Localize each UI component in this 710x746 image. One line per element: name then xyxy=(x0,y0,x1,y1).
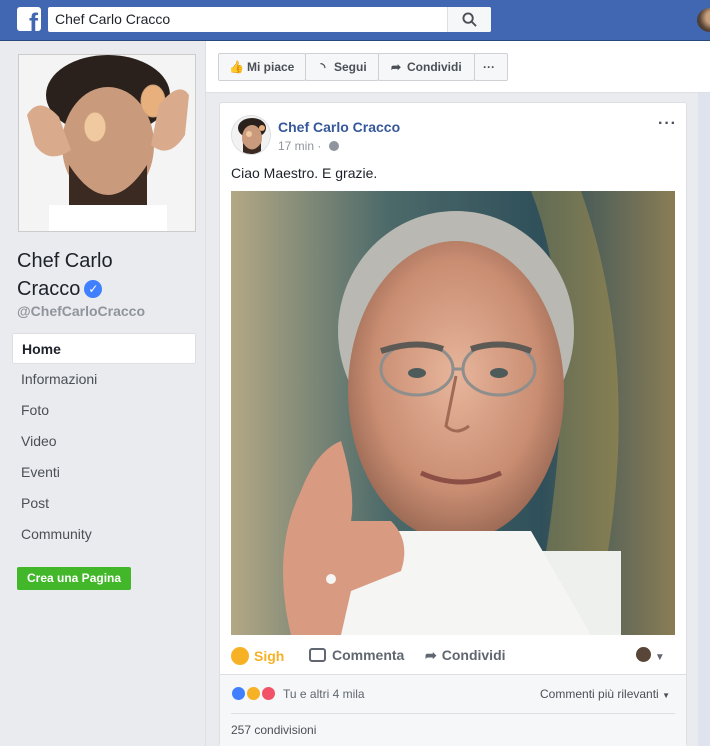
divider xyxy=(231,713,675,714)
right-column-edge xyxy=(698,93,710,746)
page-title[interactable]: Chef Carlo Cracco ✓ xyxy=(17,247,197,303)
share-arrow-icon: ➦ xyxy=(425,647,437,663)
post-text: Ciao Maestro. E grazie. xyxy=(231,165,378,181)
comment-label: Commenta xyxy=(332,647,405,663)
share-post-button[interactable]: ➦ Condividi xyxy=(425,647,506,664)
more-actions-button[interactable]: ··· xyxy=(474,53,508,81)
post-card: Chef Carlo Cracco 17 min · ··· Ciao Maes… xyxy=(219,102,687,746)
nav-item-foto[interactable]: Foto xyxy=(12,395,196,426)
post-author-avatar[interactable] xyxy=(231,115,271,155)
post-as-selector[interactable]: ▼ xyxy=(636,647,665,663)
react-button[interactable]: Sigh xyxy=(231,647,284,665)
page-handle[interactable]: @ChefCarloCracco xyxy=(17,303,145,319)
share-post-label: Condividi xyxy=(441,647,506,663)
facebook-logo-icon[interactable]: f xyxy=(17,7,41,31)
sad-face-icon xyxy=(231,647,249,665)
page-action-bar: 👍 Mi piace ◝ Segui ➦ Condividi ··· xyxy=(206,41,710,93)
page-sidebar: Chef Carlo Cracco ✓ @ChefCarloCracco Home… xyxy=(0,41,206,746)
sad-reaction-icon xyxy=(246,686,261,701)
page-avatar-icon xyxy=(636,647,651,662)
reactions-summary[interactable]: Tu e altri 4 mila xyxy=(283,687,365,701)
share-page-label: Condividi xyxy=(407,60,462,74)
verified-badge-icon: ✓ xyxy=(84,280,103,298)
page-nav: Home Informazioni Foto Video Eventi Post… xyxy=(12,333,196,550)
love-reaction-icon xyxy=(261,686,276,701)
profile-photo-illustration xyxy=(19,55,195,231)
search-icon xyxy=(462,12,477,27)
page-title-line2: Cracco xyxy=(17,278,81,300)
chevron-down-icon: ▼ xyxy=(662,691,670,700)
follow-button[interactable]: ◝ Segui xyxy=(305,53,379,81)
search-button[interactable] xyxy=(447,7,491,32)
post-photo[interactable] xyxy=(231,191,675,635)
user-avatar[interactable] xyxy=(697,8,710,32)
nav-item-video[interactable]: Video xyxy=(12,426,196,457)
like-reaction-icon xyxy=(231,686,246,701)
search-input[interactable]: Chef Carlo Cracco xyxy=(48,7,491,32)
rss-icon: ◝ xyxy=(320,60,326,74)
nav-item-eventi[interactable]: Eventi xyxy=(12,457,196,488)
thumbs-up-icon: 👍 xyxy=(229,60,244,74)
share-page-button[interactable]: ➦ Condividi xyxy=(378,53,475,81)
follow-label: Segui xyxy=(334,60,367,74)
portrait-photo-illustration xyxy=(231,191,675,635)
profile-picture[interactable] xyxy=(18,54,196,232)
post-options-button[interactable]: ··· xyxy=(658,115,677,133)
react-label: Sigh xyxy=(254,648,285,664)
comment-button[interactable]: Commenta xyxy=(309,647,404,663)
search-value[interactable]: Chef Carlo Cracco xyxy=(55,11,170,27)
nav-item-informazioni[interactable]: Informazioni xyxy=(12,364,196,395)
share-arrow-icon: ➦ xyxy=(390,60,402,74)
top-navbar: f Chef Carlo Cracco xyxy=(0,0,710,41)
comment-icon xyxy=(309,648,326,662)
post-author-name[interactable]: Chef Carlo Cracco xyxy=(278,119,400,135)
author-avatar-illustration xyxy=(232,116,270,154)
like-page-label: Mi piace xyxy=(247,60,295,74)
chevron-down-icon: ▼ xyxy=(654,652,665,663)
post-timestamp[interactable]: 17 min · xyxy=(278,139,339,153)
nav-item-home[interactable]: Home xyxy=(12,333,196,364)
like-page-button[interactable]: 👍 Mi piace xyxy=(218,53,306,81)
post-stats: Tu e altri 4 mila Commenti più rilevanti… xyxy=(220,675,686,746)
post-time: 17 min xyxy=(278,139,315,153)
nav-item-community[interactable]: Community xyxy=(12,519,196,550)
nav-item-post[interactable]: Post xyxy=(12,488,196,519)
shares-count[interactable]: 257 condivisioni xyxy=(231,723,316,737)
comments-filter[interactable]: Commenti più rilevanti ▼ xyxy=(540,687,670,701)
globe-icon xyxy=(328,141,339,151)
comments-filter-label: Commenti più rilevanti xyxy=(540,687,659,701)
post-action-bar: Sigh Commenta ➦ Condividi ▼ xyxy=(220,637,686,675)
page-title-line1: Chef Carlo xyxy=(17,250,113,272)
create-page-button[interactable]: Crea una Pagina xyxy=(17,567,132,590)
